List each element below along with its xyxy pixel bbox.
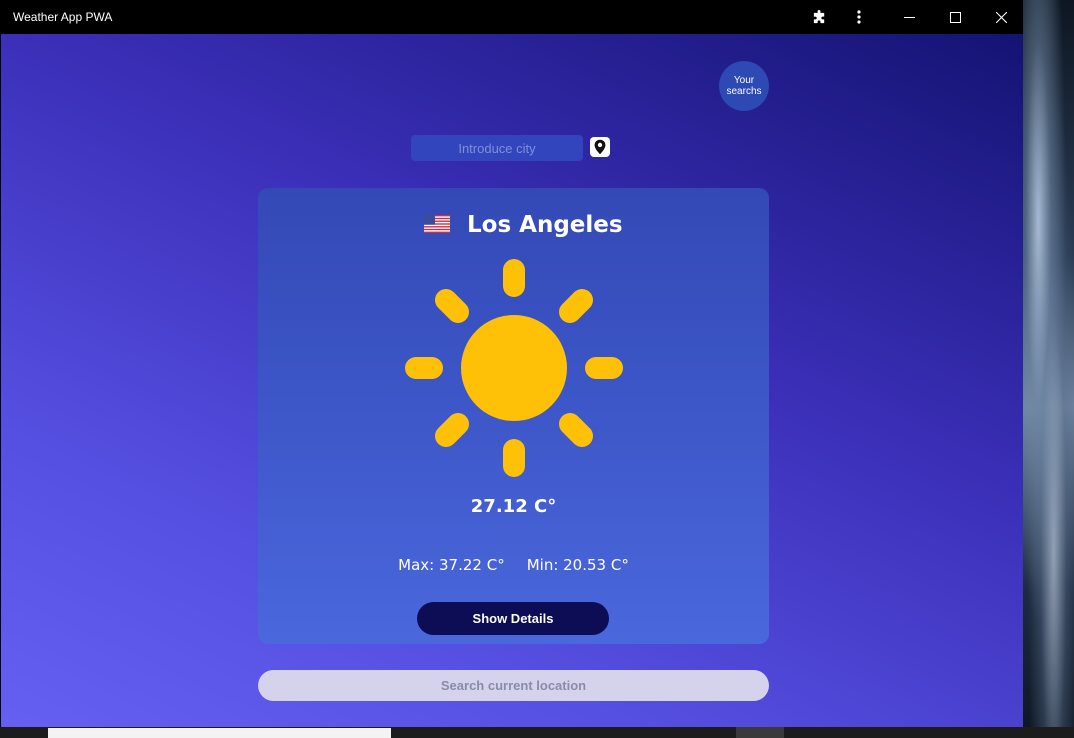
app-window: Weather App PWA Your searchs Introduce c… [0,0,1023,727]
minimize-icon [903,16,915,18]
your-searches-button[interactable]: Your searchs [719,61,769,111]
app-content: Your searchs Los Angeles [1,34,1023,727]
city-search-input[interactable] [411,135,583,161]
sun-icon [405,259,623,477]
current-temperature: 27.12 C° [470,496,557,517]
locate-city-button[interactable] [590,137,610,157]
desktop-wallpaper [1023,0,1074,738]
us-flag-icon [424,215,450,233]
taskbar [0,727,1074,738]
your-searches-label-line2: searchs [726,86,762,97]
temperature-range: Max: 37.22 C° Min: 20.53 C° [258,556,769,574]
taskbar-search-box[interactable] [48,728,391,738]
maximize-button[interactable] [931,0,979,34]
maximize-icon [949,11,961,23]
title-bar: Weather App PWA [1,0,1023,34]
puzzle-icon [813,9,824,23]
close-icon [995,11,1007,23]
minimize-button[interactable] [885,0,933,34]
max-temperature: Max: 37.22 C° [398,556,505,574]
map-pin-icon [594,139,606,155]
your-searches-label-line1: Your [733,75,755,86]
min-temperature: Min: 20.53 C° [526,556,629,574]
show-details-button[interactable]: Show Details [417,602,609,635]
more-vertical-icon [857,10,861,24]
city-name: Los Angeles [467,212,623,238]
window-title: Weather App PWA [13,10,113,24]
weather-card: Los Angeles 27.12 C° Max: 37.22 C° Min: … [258,188,769,644]
close-button[interactable] [977,0,1023,34]
search-current-location-button[interactable]: Search current location [258,670,769,701]
taskbar-active-app[interactable] [736,727,784,738]
extensions-button[interactable] [807,0,831,34]
more-options-button[interactable] [849,0,869,34]
